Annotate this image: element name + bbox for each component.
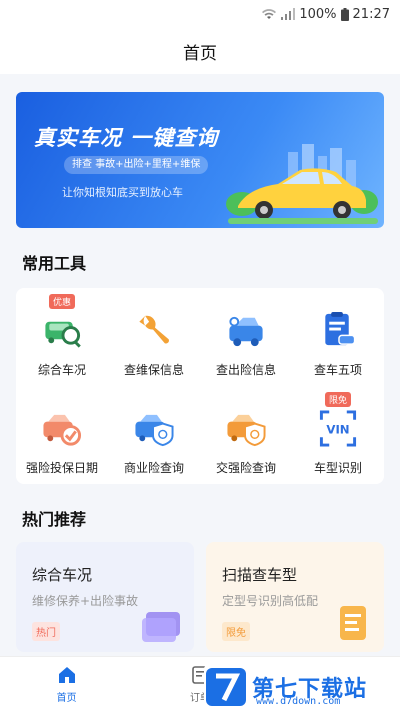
page-title-bar: 首页 xyxy=(0,28,400,74)
tool-five-items[interactable]: 查车五项 xyxy=(292,288,384,378)
car-commercial-icon xyxy=(135,414,174,447)
tool-traffic-insurance[interactable]: 交强险查询 xyxy=(200,386,292,476)
tool-label: 强险投保日期 xyxy=(25,461,98,475)
vin-scan-icon: VIN xyxy=(319,410,357,447)
yellow-car-illustration xyxy=(226,144,378,224)
site-watermark: 第七下载站 www.d7down.com xyxy=(204,665,394,709)
tools-section-title: 常用工具 xyxy=(22,254,87,273)
hot-card-subtitle: 定型号识别高低配 xyxy=(222,594,319,608)
wifi-icon xyxy=(261,8,277,20)
purple-card-icon xyxy=(142,612,180,642)
free-tag: 限免 xyxy=(222,622,250,641)
document-car-icon xyxy=(325,311,356,346)
watermark-url: www.d7down.com xyxy=(256,696,341,707)
svg-text:VIN: VIN xyxy=(326,422,349,436)
tool-model-recognition[interactable]: 限免 VIN 车型识别 xyxy=(292,386,384,476)
promo-banner[interactable]: 真实车况 一键查询 排查 事故+出险+里程+维保 让你知根知底买到放心车 xyxy=(16,92,384,228)
orange-document-icon xyxy=(340,606,366,640)
home-icon xyxy=(58,666,75,683)
hot-card-comprehensive[interactable]: 综合车况 维修保养+出险事故 热门 xyxy=(16,542,194,652)
tool-label: 查车五项 xyxy=(313,363,362,377)
hot-section-title: 热门推荐 xyxy=(22,510,87,529)
wrench-icon xyxy=(139,315,169,344)
battery-percent: 100% xyxy=(299,6,337,22)
banner-subtitle: 让你知根知底买到放心车 xyxy=(62,186,183,199)
hot-card-title: 扫描查车型 xyxy=(222,566,298,584)
hot-card-subtitle: 维修保养+出险事故 xyxy=(32,594,139,608)
page-title: 首页 xyxy=(183,43,217,64)
hot-card-scan-model[interactable]: 扫描查车型 定型号识别高低配 限免 xyxy=(206,542,384,652)
tool-label: 商业险查询 xyxy=(123,461,184,475)
car-check-icon xyxy=(43,414,82,446)
banner-title: 真实车况 一键查询 xyxy=(34,126,219,150)
hot-tag: 热门 xyxy=(32,622,60,641)
discount-badge: 优惠 xyxy=(48,294,76,309)
tool-label: 交强险查询 xyxy=(215,461,276,475)
tool-label: 综合车况 xyxy=(37,363,86,377)
free-badge: 限免 xyxy=(324,392,352,407)
tool-commercial-insurance[interactable]: 商业险查询 xyxy=(108,386,200,476)
tool-label: 查维保信息 xyxy=(123,363,184,377)
tool-comprehensive-condition[interactable]: 优惠 综合车况 xyxy=(16,288,108,378)
tool-label: 查出险信息 xyxy=(215,363,276,377)
car-search-icon xyxy=(45,321,81,348)
watermark-logo-icon xyxy=(206,668,246,706)
battery-icon xyxy=(340,7,349,21)
clock: 21:27 xyxy=(352,6,390,22)
tab-label: 首页 xyxy=(56,692,77,704)
banner-pill: 排查 事故+出险+里程+维保 xyxy=(64,156,209,174)
tool-claims-info[interactable]: 查出险信息 xyxy=(200,288,292,378)
car-repair-icon xyxy=(229,316,263,347)
tool-maintenance-info[interactable]: 查维保信息 xyxy=(108,288,200,378)
car-shield-icon xyxy=(227,414,266,447)
signal-icon xyxy=(281,8,296,20)
hot-card-title: 综合车况 xyxy=(32,566,93,584)
tool-compulsory-insurance-date[interactable]: 强险投保日期 xyxy=(16,386,108,476)
tool-label: 车型识别 xyxy=(313,461,362,475)
status-bar: 100% 21:27 xyxy=(0,0,400,28)
tab-home[interactable]: 首页 xyxy=(0,657,133,711)
tools-grid: 优惠 综合车况 查维保信息 查出险信息 查车五项 强险投保日期 商业险查询 交强… xyxy=(16,288,384,484)
